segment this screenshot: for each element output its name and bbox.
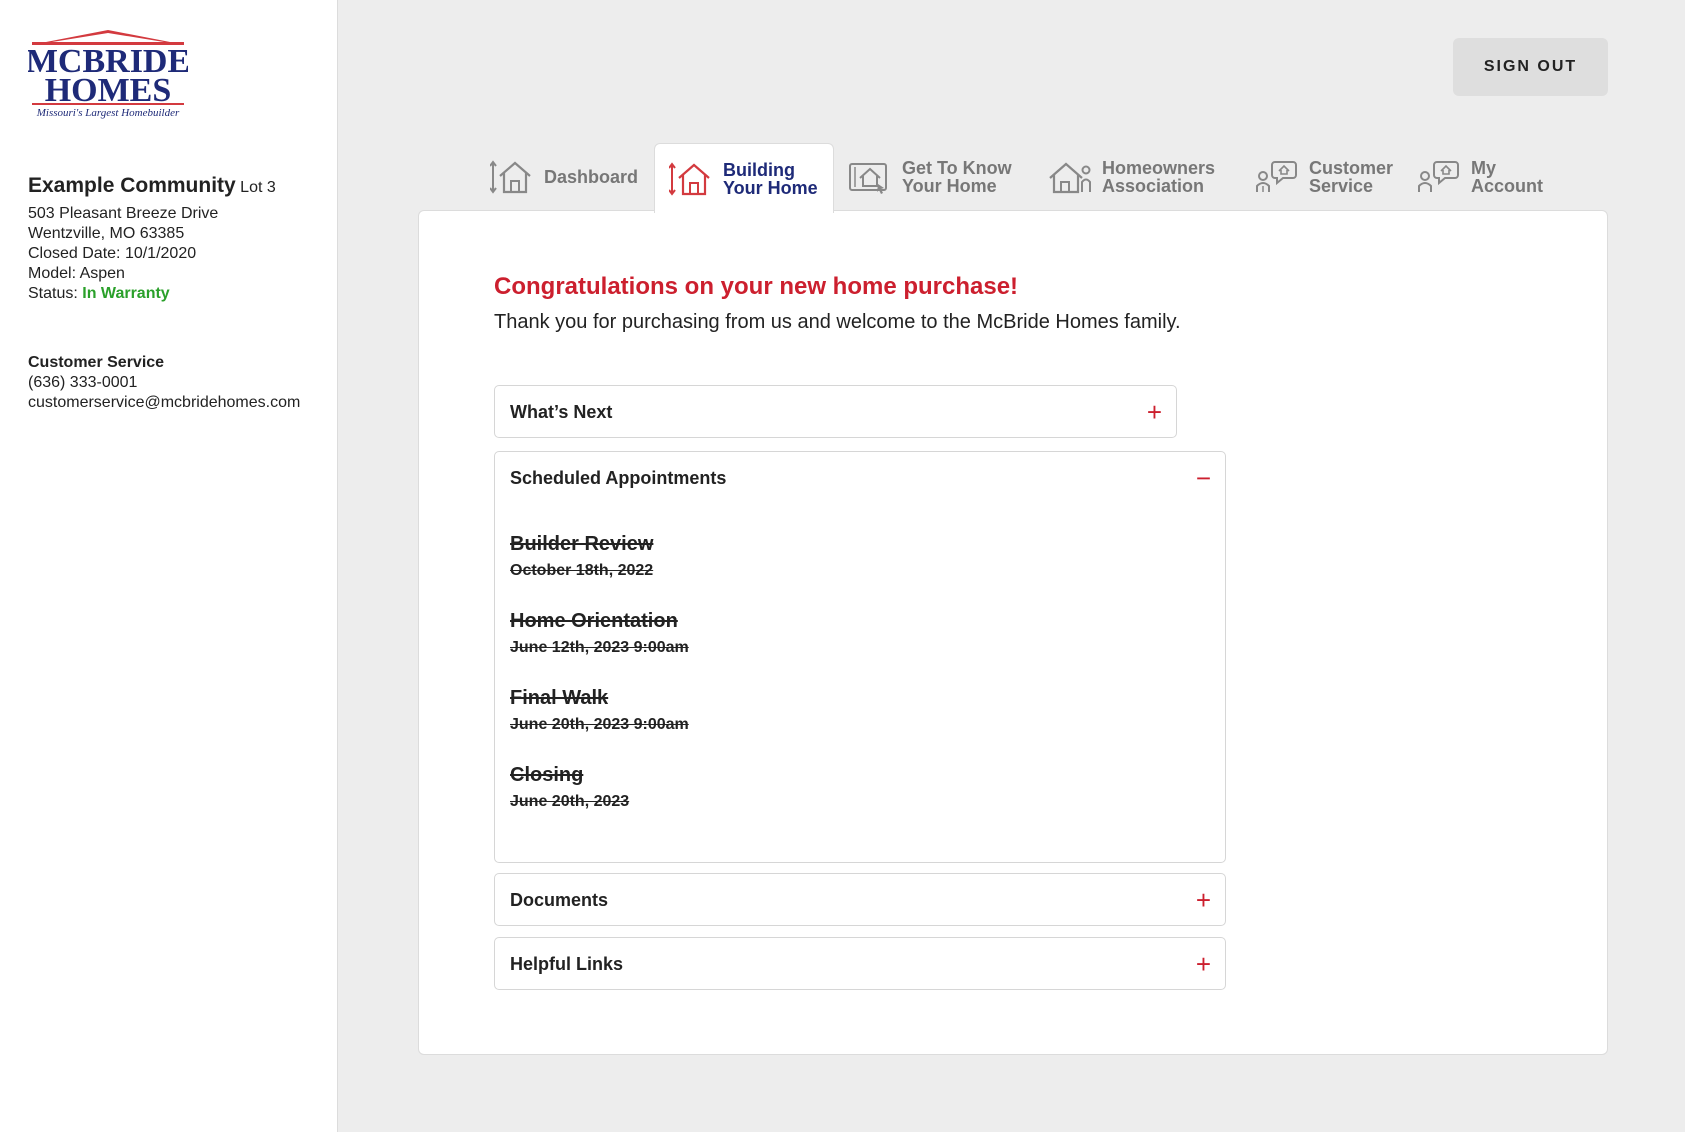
contact-email[interactable]: customerservice@mcbridehomes.com bbox=[28, 393, 328, 413]
expand-plus-icon[interactable]: + bbox=[1196, 951, 1211, 977]
helpful-links-header[interactable]: Helpful Links + bbox=[495, 938, 1225, 990]
appointment-date: October 18th, 2022 bbox=[510, 562, 654, 579]
house-measure-icon bbox=[490, 160, 531, 194]
appointment-item: Final Walk June 20th, 2023 9:00am bbox=[510, 687, 1225, 734]
welcome-message: Thank you for purchasing from us and wel… bbox=[494, 311, 1181, 333]
community-title: Example Community Lot 3 bbox=[28, 174, 328, 198]
sidebar: MCBRIDE HOMES Missouri's Largest Homebui… bbox=[0, 0, 338, 1132]
lot-number: Lot 3 bbox=[240, 179, 276, 196]
tab-my-account-line2: Account bbox=[1471, 176, 1543, 196]
appointment-item: Builder Review October 18th, 2022 bbox=[510, 533, 1225, 580]
scheduled-appointments-title: Scheduled Appointments bbox=[510, 467, 727, 488]
appointment-title: Final Walk bbox=[510, 687, 609, 709]
appointment-date: June 12th, 2023 9:00am bbox=[510, 639, 689, 656]
appointment-title: Home Orientation bbox=[510, 610, 678, 632]
whats-next-header[interactable]: What’s Next + bbox=[495, 386, 1176, 438]
main-tabs: Dashboard Building Your Home Get To Know… bbox=[480, 143, 1610, 213]
scheduled-appointments-accordion: Scheduled Appointments − Builder Review … bbox=[494, 451, 1226, 863]
appointment-date: June 20th, 2023 bbox=[510, 793, 630, 810]
whats-next-title: What’s Next bbox=[510, 401, 613, 422]
scheduled-appointments-header[interactable]: Scheduled Appointments − bbox=[495, 452, 1225, 504]
status-label: Status: bbox=[28, 285, 78, 302]
tab-dashboard[interactable]: Dashboard bbox=[490, 143, 638, 211]
collapse-minus-icon[interactable]: − bbox=[1196, 465, 1211, 491]
model: Model: Aspen bbox=[28, 265, 125, 282]
main-panel: Congratulations on your new home purchas… bbox=[418, 210, 1608, 1055]
tablet-house-icon bbox=[849, 163, 887, 194]
customer-service-contact: Customer Service (636) 333-0001 customer… bbox=[28, 353, 328, 413]
expand-plus-icon[interactable]: + bbox=[1196, 887, 1211, 913]
tab-building-line1: Building bbox=[723, 159, 795, 180]
appointment-item: Closing June 20th, 2023 bbox=[510, 764, 1225, 811]
closed-date: Closed Date: 10/1/2020 bbox=[28, 245, 197, 262]
documents-accordion: Documents + bbox=[494, 873, 1226, 926]
tab-my-account[interactable]: My Account bbox=[1417, 143, 1543, 211]
helpful-links-accordion: Helpful Links + bbox=[494, 937, 1226, 990]
sign-out-button[interactable]: SIGN OUT bbox=[1453, 38, 1608, 96]
expand-plus-icon[interactable]: + bbox=[1147, 399, 1162, 425]
tab-dashboard-label: Dashboard bbox=[544, 167, 639, 187]
city-line: Wentzville, MO 63385 bbox=[28, 225, 185, 242]
mcbride-homes-logo[interactable]: MCBRIDE HOMES Missouri's Largest Homebui… bbox=[26, 28, 190, 120]
status-line: Status: In Warranty bbox=[28, 284, 328, 304]
person-house-chat-icon bbox=[1418, 161, 1459, 192]
documents-header[interactable]: Documents + bbox=[495, 874, 1225, 926]
community-name: Example Community bbox=[28, 174, 236, 197]
tab-hoa-line2: Association bbox=[1102, 176, 1205, 196]
tab-get-to-know-line1: Get To Know bbox=[902, 158, 1012, 178]
house-person-icon bbox=[1049, 162, 1091, 194]
address-line: 503 Pleasant Breeze Drive bbox=[28, 205, 219, 222]
house-measure-icon bbox=[669, 161, 710, 196]
appointment-title: Closing bbox=[510, 764, 584, 786]
tab-customer-service-line1: Customer bbox=[1309, 158, 1394, 178]
tab-hoa-line1: Homeowners bbox=[1102, 158, 1216, 178]
tab-building-line2: Your Home bbox=[723, 177, 818, 198]
tab-homeowners-association[interactable]: Homeowners Association bbox=[1048, 143, 1215, 211]
status-badge: In Warranty bbox=[82, 285, 170, 302]
tab-my-account-line1: My bbox=[1471, 158, 1497, 178]
contact-phone[interactable]: (636) 333-0001 bbox=[28, 373, 328, 393]
appointment-title: Builder Review bbox=[510, 533, 654, 555]
appointment-item: Home Orientation June 12th, 2023 9:00am bbox=[510, 610, 1225, 657]
tab-building-your-home[interactable]: Building Your Home bbox=[654, 143, 834, 213]
tab-get-to-know-your-home[interactable]: Get To Know Your Home bbox=[848, 143, 1012, 211]
tab-customer-service-line2: Service bbox=[1309, 176, 1374, 196]
appointment-date: June 20th, 2023 9:00am bbox=[510, 716, 689, 733]
person-chat-icon bbox=[1256, 161, 1297, 192]
logo-tagline: Missouri's Largest Homebuilder bbox=[36, 107, 180, 119]
community-info: Example Community Lot 3 503 Pleasant Bre… bbox=[28, 174, 328, 304]
helpful-links-title: Helpful Links bbox=[510, 953, 624, 974]
whats-next-accordion: What’s Next + bbox=[494, 385, 1177, 438]
tab-customer-service[interactable]: Customer Service bbox=[1255, 143, 1393, 211]
tab-get-to-know-line2: Your Home bbox=[902, 176, 997, 196]
documents-title: Documents bbox=[510, 889, 609, 910]
page-title: Congratulations on your new home purchas… bbox=[494, 273, 1019, 300]
contact-heading: Customer Service bbox=[28, 354, 165, 371]
